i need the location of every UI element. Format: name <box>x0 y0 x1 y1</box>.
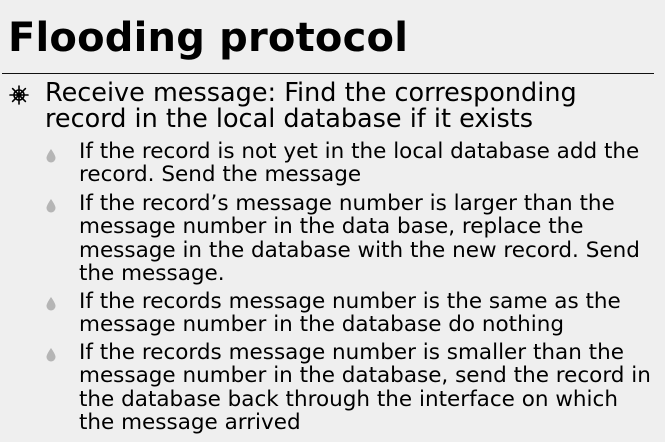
slide-title: Flooding protocol <box>8 15 409 61</box>
main-bullet-text: Receive message: Find the corresponding … <box>45 78 577 134</box>
sub-bullet-text: If the record’s message number is larger… <box>79 191 640 286</box>
teardrop-bullet-icon <box>46 199 56 213</box>
ship-wheel-icon <box>9 85 29 105</box>
teardrop-bullet-icon <box>46 348 56 362</box>
sub-bullet-text: If the record is not yet in the local da… <box>79 139 640 188</box>
sub-bullet-text: If the records message number is the sam… <box>79 289 621 338</box>
teardrop-bullet-icon <box>46 149 56 163</box>
teardrop-bullet-icon <box>46 297 56 311</box>
sub-bullet-text: If the records message number is smaller… <box>79 340 651 435</box>
title-divider <box>2 73 654 74</box>
slide: Flooding protocol Receive message: Find … <box>0 0 665 442</box>
